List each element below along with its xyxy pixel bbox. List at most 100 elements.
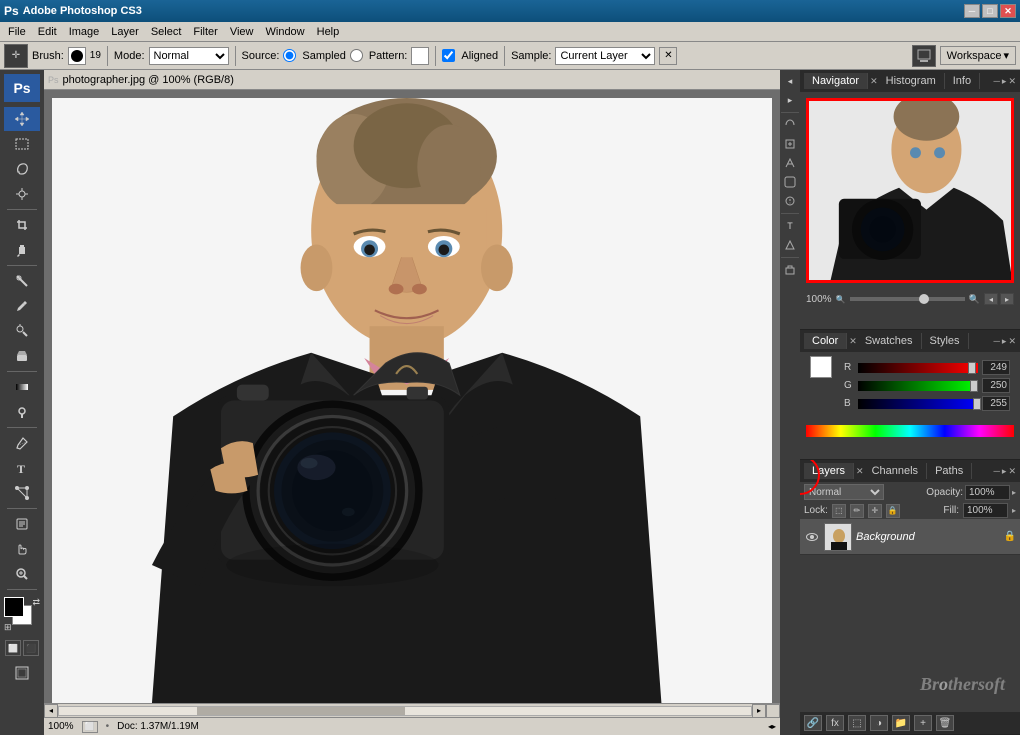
foreground-color-swatch[interactable]: [4, 597, 24, 617]
zoom-slider-thumb[interactable]: [919, 294, 929, 304]
swap-colors-icon[interactable]: ⇄: [32, 597, 40, 608]
color-panel-close-icon[interactable]: ✕: [1008, 336, 1016, 347]
layer-mask-button[interactable]: ⬚: [848, 715, 866, 731]
menu-select[interactable]: Select: [145, 24, 188, 40]
mode-select[interactable]: Normal: [149, 47, 229, 65]
canvas-image[interactable]: [52, 98, 772, 703]
delete-layer-button[interactable]: 🗑: [936, 715, 954, 731]
tab-styles[interactable]: Styles: [922, 333, 969, 349]
menu-layer[interactable]: Layer: [105, 24, 145, 40]
mini-tool-btn-7[interactable]: [781, 236, 799, 254]
g-slider-track[interactable]: [858, 381, 978, 391]
panel-options-icon[interactable]: ▸: [1002, 76, 1007, 87]
tab-histogram[interactable]: Histogram: [878, 73, 945, 89]
layer-background[interactable]: Background 🔒: [800, 519, 1020, 555]
g-slider-thumb[interactable]: [970, 380, 978, 392]
layer-visibility-button[interactable]: [804, 529, 820, 545]
menu-window[interactable]: Window: [260, 24, 311, 40]
tool-clone-stamp[interactable]: [4, 319, 40, 343]
close-button[interactable]: ✕: [1000, 4, 1016, 18]
tool-pen[interactable]: [4, 431, 40, 455]
b-slider-track[interactable]: [858, 399, 978, 409]
lock-image-button[interactable]: ✏: [850, 504, 864, 518]
workspace-button[interactable]: Workspace ▾: [940, 46, 1016, 65]
tab-swatches[interactable]: Swatches: [857, 333, 922, 349]
r-slider-track[interactable]: [858, 363, 978, 373]
scroll-nav-right[interactable]: ▸: [772, 722, 776, 731]
mini-tool-btn-3[interactable]: [781, 154, 799, 172]
navigator-preview[interactable]: [806, 98, 1014, 283]
blend-mode-select[interactable]: Normal: [804, 484, 884, 500]
layer-thumbnail[interactable]: [824, 523, 852, 551]
cancel-options-button[interactable]: ✕: [659, 47, 677, 65]
zoom-grow-button[interactable]: ▸: [1000, 293, 1014, 305]
tool-eyedropper[interactable]: [4, 238, 40, 262]
reset-colors-icon[interactable]: ⊞: [4, 622, 12, 633]
new-layer-button[interactable]: +: [914, 715, 932, 731]
aligned-checkbox[interactable]: [442, 49, 455, 62]
opacity-expand-icon[interactable]: ▸: [1012, 488, 1016, 497]
tool-type[interactable]: T: [4, 456, 40, 480]
menu-filter[interactable]: Filter: [187, 24, 223, 40]
horizontal-scroll-thumb[interactable]: [197, 707, 405, 715]
tool-zoom[interactable]: [4, 562, 40, 586]
tool-rectangular-marquee[interactable]: [4, 132, 40, 156]
menu-image[interactable]: Image: [63, 24, 106, 40]
layers-panel-close-icon[interactable]: ✕: [1008, 466, 1016, 477]
tool-hand[interactable]: [4, 537, 40, 561]
panel-collapse-icon[interactable]: ─: [994, 76, 1000, 86]
scroll-left-button[interactable]: ◂: [44, 704, 58, 718]
mini-tool-btn-4[interactable]: [781, 173, 799, 191]
b-slider-thumb[interactable]: [973, 398, 981, 410]
navigator-close-icon[interactable]: ✕: [870, 76, 878, 87]
layer-adjustment-button[interactable]: ◑: [870, 715, 888, 731]
color-swatches[interactable]: ⇄ ⊞: [4, 597, 40, 633]
layers-close-icon[interactable]: ✕: [856, 466, 864, 477]
tool-healing-brush[interactable]: [4, 269, 40, 293]
quick-mask-button[interactable]: ⬛: [23, 640, 39, 656]
maximize-button[interactable]: □: [982, 4, 998, 18]
panel-collapse-button[interactable]: ◂: [781, 72, 799, 90]
color-panel-options-icon[interactable]: ▸: [1002, 336, 1007, 347]
tool-move[interactable]: [4, 107, 40, 131]
lock-transparent-button[interactable]: ⬚: [832, 504, 846, 518]
fill-value[interactable]: 100%: [963, 503, 1008, 518]
color-close-icon[interactable]: ✕: [849, 336, 857, 347]
layers-panel-options-icon[interactable]: ▸: [1002, 466, 1007, 477]
tool-eraser[interactable]: [4, 344, 40, 368]
tool-dodge[interactable]: [4, 400, 40, 424]
menu-view[interactable]: View: [224, 24, 260, 40]
b-value[interactable]: 255: [982, 396, 1010, 411]
fill-expand-icon[interactable]: ▸: [1012, 506, 1016, 515]
mini-tool-btn-1[interactable]: [781, 116, 799, 134]
zoom-in-icon[interactable]: 🔍: [969, 294, 980, 305]
menu-file[interactable]: File: [2, 24, 32, 40]
g-value[interactable]: 250: [982, 378, 1010, 393]
lock-position-button[interactable]: ✛: [868, 504, 882, 518]
screen-mode-button[interactable]: [4, 661, 40, 685]
zoom-popup-button[interactable]: ⬜: [82, 721, 98, 733]
r-slider-thumb[interactable]: [968, 362, 976, 374]
scroll-nav[interactable]: ◂ ▸: [768, 722, 776, 731]
mini-tool-btn-8[interactable]: [781, 261, 799, 279]
sample-select[interactable]: Current Layer: [555, 47, 655, 65]
opacity-value[interactable]: 100%: [965, 485, 1010, 500]
color-spectrum-bar[interactable]: [806, 425, 1014, 437]
layer-group-button[interactable]: 📁: [892, 715, 910, 731]
menu-help[interactable]: Help: [311, 24, 346, 40]
menu-edit[interactable]: Edit: [32, 24, 63, 40]
layer-link-button[interactable]: 🔗: [804, 715, 822, 731]
tool-lasso[interactable]: [4, 157, 40, 181]
mini-tool-btn-2[interactable]: [781, 135, 799, 153]
tab-navigator[interactable]: Navigator: [804, 73, 868, 89]
tool-notes[interactable]: [4, 512, 40, 536]
zoom-shrink-button[interactable]: ◂: [984, 293, 998, 305]
minimize-button[interactable]: ─: [964, 4, 980, 18]
color-panel-collapse-icon[interactable]: ─: [994, 336, 1000, 346]
pattern-swatch[interactable]: [411, 47, 429, 65]
tool-gradient[interactable]: [4, 375, 40, 399]
tool-brush[interactable]: [4, 294, 40, 318]
tool-path-select[interactable]: [4, 481, 40, 505]
horizontal-scroll-track[interactable]: [58, 706, 752, 716]
mini-tool-btn-5[interactable]: [781, 192, 799, 210]
